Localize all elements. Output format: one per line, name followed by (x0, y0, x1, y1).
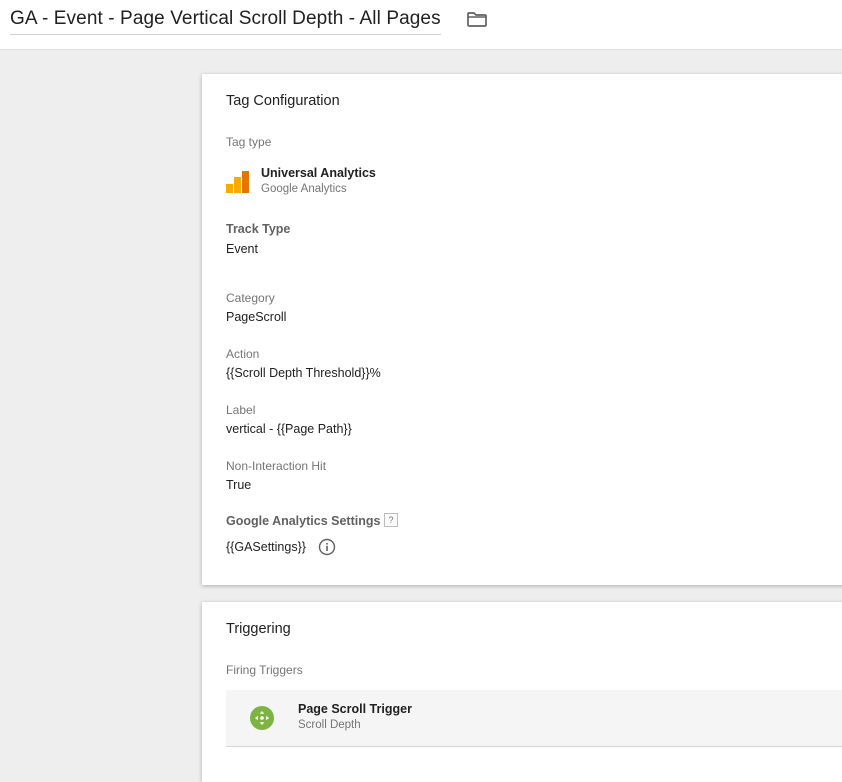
action-label: Action (226, 347, 260, 361)
info-icon[interactable] (318, 538, 336, 556)
category-value: PageScroll (226, 310, 287, 324)
google-analytics-icon (226, 171, 249, 193)
trigger-row[interactable]: Page Scroll Trigger Scroll Depth (226, 690, 842, 747)
non-interaction-label: Non-Interaction Hit (226, 459, 327, 473)
tag-type-name: Universal Analytics (261, 166, 376, 180)
track-type-value: Event (226, 242, 258, 256)
ga-settings-value: {{GASettings}} (226, 540, 306, 554)
card-title: Tag Configuration (226, 93, 340, 109)
ga-settings-label: Google Analytics Settings (226, 514, 381, 528)
label-label: Label (226, 403, 256, 417)
card-title: Triggering (226, 621, 291, 637)
label-value: vertical - {{Page Path}} (226, 422, 352, 436)
non-interaction-value: True (226, 478, 252, 492)
tag-type-subtitle: Google Analytics (261, 183, 347, 195)
track-type-label: Track Type (226, 222, 291, 236)
tag-name-field[interactable]: GA - Event - Page Vertical Scroll Depth … (10, 5, 441, 35)
triggering-card[interactable]: Triggering Firing Triggers Page Scroll T… (202, 602, 842, 782)
scroll-depth-icon (250, 706, 274, 730)
header-bar: GA - Event - Page Vertical Scroll Depth … (0, 0, 842, 50)
trigger-type: Scroll Depth (298, 719, 361, 731)
category-label: Category (226, 291, 275, 305)
tag-type-label: Tag type (226, 135, 272, 149)
trigger-name: Page Scroll Trigger (298, 702, 412, 716)
page-title[interactable]: GA - Event - Page Vertical Scroll Depth … (10, 8, 441, 29)
action-value: {{Scroll Depth Threshold}}% (226, 366, 381, 380)
help-icon[interactable]: ? (384, 513, 398, 527)
tag-configuration-card[interactable]: Tag Configuration Tag type Universal Ana… (202, 74, 842, 585)
folder-icon[interactable] (466, 10, 488, 28)
firing-triggers-label: Firing Triggers (226, 663, 303, 677)
